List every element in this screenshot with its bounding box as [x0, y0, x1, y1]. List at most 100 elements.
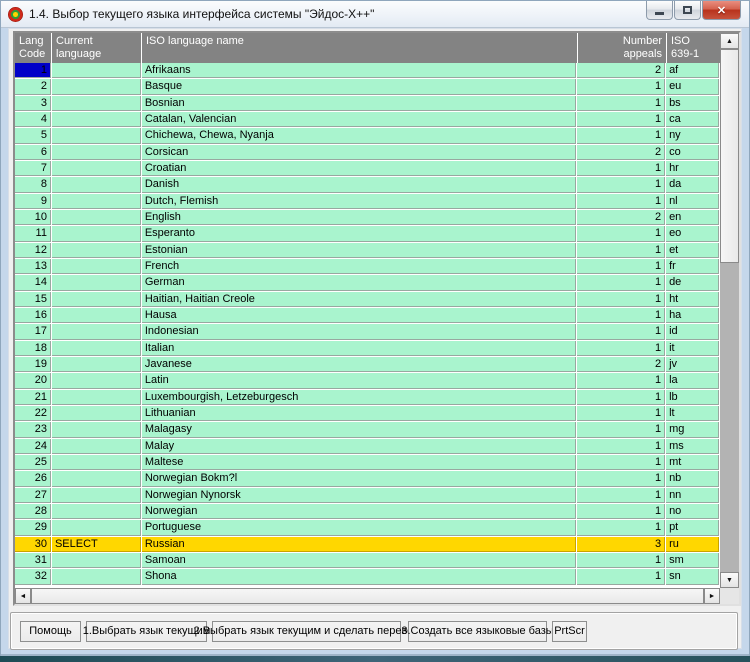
cell-name[interactable]: Esperanto [142, 226, 576, 241]
cell-current[interactable] [52, 439, 141, 454]
cell-iso[interactable]: nb [666, 471, 719, 486]
cell-current[interactable] [52, 226, 141, 241]
table-row[interactable]: 14German1de [15, 275, 720, 290]
scroll-left-button[interactable]: ◄ [15, 588, 31, 604]
cell-name[interactable]: Latin [142, 373, 576, 388]
cell-iso[interactable]: da [666, 177, 719, 192]
table-row[interactable]: 13French1fr [15, 259, 720, 274]
cell-current[interactable] [52, 275, 141, 290]
cell-code[interactable]: 10 [15, 210, 51, 225]
cell-current[interactable] [52, 79, 141, 94]
cell-current[interactable] [52, 390, 141, 405]
cell-iso[interactable]: fr [666, 259, 719, 274]
cell-code[interactable]: 15 [15, 292, 51, 307]
table-row[interactable]: 17Indonesian1id [15, 324, 720, 339]
cell-appeals[interactable]: 1 [577, 455, 665, 470]
cell-current[interactable] [52, 128, 141, 143]
cell-current[interactable] [52, 357, 141, 372]
table-row[interactable]: 4Catalan, Valencian1ca [15, 112, 720, 127]
cell-name[interactable]: Basque [142, 79, 576, 94]
cell-appeals[interactable]: 1 [577, 259, 665, 274]
cell-code[interactable]: 17 [15, 324, 51, 339]
cell-current[interactable] [52, 63, 141, 78]
cell-name[interactable]: English [142, 210, 576, 225]
cell-current[interactable] [52, 161, 141, 176]
cell-code[interactable]: 31 [15, 553, 51, 568]
cell-iso[interactable]: lb [666, 390, 719, 405]
cell-current[interactable] [52, 455, 141, 470]
cell-iso[interactable]: mg [666, 422, 719, 437]
cell-appeals[interactable]: 1 [577, 79, 665, 94]
table-row[interactable]: 11Esperanto1eo [15, 226, 720, 241]
cell-iso[interactable]: jv [666, 357, 719, 372]
cell-iso[interactable]: eu [666, 79, 719, 94]
cell-name[interactable]: Haitian, Haitian Creole [142, 292, 576, 307]
table-row[interactable]: 5Chichewa, Chewa, Nyanja1ny [15, 128, 720, 143]
cell-code[interactable]: 23 [15, 422, 51, 437]
cell-current[interactable] [52, 194, 141, 209]
cell-current[interactable] [52, 177, 141, 192]
cell-appeals[interactable]: 1 [577, 488, 665, 503]
table-row[interactable]: 7Croatian1hr [15, 161, 720, 176]
cell-iso[interactable]: ny [666, 128, 719, 143]
cell-appeals[interactable]: 1 [577, 96, 665, 111]
cell-current[interactable] [52, 520, 141, 535]
cell-code[interactable]: 2 [15, 79, 51, 94]
table-row[interactable]: 20Latin1la [15, 373, 720, 388]
cell-appeals[interactable]: 2 [577, 210, 665, 225]
cell-iso[interactable]: et [666, 243, 719, 258]
cell-name[interactable]: Samoan [142, 553, 576, 568]
cell-appeals[interactable]: 1 [577, 161, 665, 176]
cell-current[interactable] [52, 145, 141, 160]
cell-appeals[interactable]: 1 [577, 471, 665, 486]
cell-appeals[interactable]: 1 [577, 504, 665, 519]
titlebar[interactable]: 1.4. Выбор текущего языка интерфейса сис… [1, 1, 749, 28]
table-row[interactable]: 1Afrikaans2af [15, 63, 720, 78]
cell-name[interactable]: Luxembourgish, Letzeburgesch [142, 390, 576, 405]
cell-iso[interactable]: id [666, 324, 719, 339]
table-row[interactable]: 8Danish1da [15, 177, 720, 192]
table-row[interactable]: 32Shona1sn [15, 569, 720, 584]
cell-code[interactable]: 20 [15, 373, 51, 388]
cell-iso[interactable]: af [666, 63, 719, 78]
table-row[interactable]: 21Luxembourgish, Letzeburgesch1lb [15, 390, 720, 405]
cell-name[interactable]: Russian [142, 537, 576, 552]
cell-code[interactable]: 4 [15, 112, 51, 127]
cell-code[interactable]: 29 [15, 520, 51, 535]
cell-appeals[interactable]: 1 [577, 569, 665, 584]
vertical-scrollbar[interactable]: ▲ ▼ [720, 33, 739, 588]
table-row[interactable]: 26Norwegian Bokm?l1nb [15, 471, 720, 486]
cell-current[interactable] [52, 324, 141, 339]
cell-code[interactable]: 6 [15, 145, 51, 160]
cell-iso[interactable]: ht [666, 292, 719, 307]
cell-name[interactable]: Afrikaans [142, 63, 576, 78]
horizontal-scrollbar-thumb[interactable] [31, 588, 704, 604]
cell-iso[interactable]: de [666, 275, 719, 290]
cell-iso[interactable]: la [666, 373, 719, 388]
cell-appeals[interactable]: 1 [577, 422, 665, 437]
cell-appeals[interactable]: 2 [577, 357, 665, 372]
cell-code[interactable]: 9 [15, 194, 51, 209]
cell-name[interactable]: Italian [142, 341, 576, 356]
cell-code[interactable]: 3 [15, 96, 51, 111]
cell-appeals[interactable]: 1 [577, 194, 665, 209]
cell-current[interactable] [52, 504, 141, 519]
help-button[interactable]: Помощь [20, 621, 81, 642]
maximize-button[interactable] [674, 1, 701, 20]
cell-iso[interactable]: hr [666, 161, 719, 176]
cell-name[interactable]: Dutch, Flemish [142, 194, 576, 209]
cell-current[interactable] [52, 569, 141, 584]
cell-code[interactable]: 12 [15, 243, 51, 258]
cell-appeals[interactable]: 1 [577, 406, 665, 421]
table-row[interactable]: 30SELECTRussian3ru [15, 537, 720, 552]
cell-appeals[interactable]: 1 [577, 439, 665, 454]
create-language-bases-button[interactable]: 3.Создать все языковые базы [408, 621, 547, 642]
cell-name[interactable]: Corsican [142, 145, 576, 160]
table-row[interactable]: 22Lithuanian1lt [15, 406, 720, 421]
table-row[interactable]: 24Malay1ms [15, 439, 720, 454]
cell-current[interactable] [52, 112, 141, 127]
cell-appeals[interactable]: 3 [577, 537, 665, 552]
cell-name[interactable]: Norwegian [142, 504, 576, 519]
cell-name[interactable]: Malay [142, 439, 576, 454]
table-row[interactable]: 3Bosnian1bs [15, 96, 720, 111]
